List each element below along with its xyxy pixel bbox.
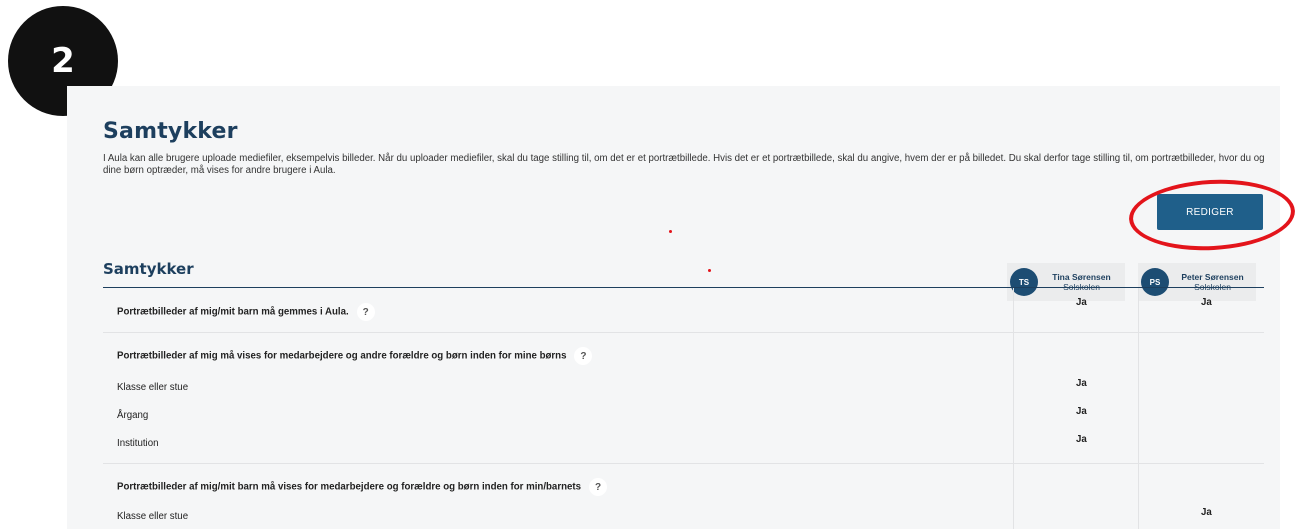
consent-value: Ja [1076, 297, 1087, 308]
row-divider [103, 332, 1264, 333]
person-name: Tina Sørensen [1052, 272, 1111, 282]
consent-sub-label: Klasse eller stue [117, 511, 189, 522]
row-divider [103, 463, 1264, 464]
consent-row-label: Portrætbilleder af mig/mit barn må gemme… [117, 303, 375, 321]
consent-value: Ja [1201, 507, 1212, 518]
consent-value: Ja [1076, 406, 1087, 417]
help-icon[interactable]: ? [589, 478, 608, 496]
help-icon[interactable]: ? [356, 303, 375, 321]
highlight-circle [1127, 175, 1297, 255]
consent-group-label: Portrætbilleder af mig/mit barn må vises… [117, 478, 608, 496]
person-column-tina: TS Tina Sørensen Solskolen [1007, 263, 1125, 301]
person-name: Peter Sørensen [1181, 272, 1244, 282]
section-heading: Samtykker [103, 260, 194, 278]
help-icon[interactable]: ? [574, 347, 593, 365]
consent-sub-label: Årgang [117, 410, 149, 421]
consent-sub-label: Institution [117, 438, 159, 449]
column-divider [1138, 288, 1139, 529]
intro-text: I Aula kan alle brugere uploade mediefil… [103, 153, 1265, 176]
section-divider [103, 287, 1264, 288]
consent-value: Ja [1076, 378, 1087, 389]
consent-group-label: Portrætbilleder af mig må vises for meda… [117, 347, 593, 365]
consent-sub-label: Klasse eller stue [117, 382, 189, 393]
page-title: Samtykker [103, 119, 238, 144]
person-column-peter: PS Peter Sørensen Solskolen [1138, 263, 1256, 301]
consent-value: Ja [1076, 434, 1087, 445]
consent-panel: Samtykker I Aula kan alle brugere upload… [67, 86, 1297, 529]
avatar: PS [1141, 268, 1169, 296]
consent-value: Ja [1201, 297, 1212, 308]
red-dot-marker [708, 269, 711, 272]
column-divider [1013, 288, 1014, 529]
avatar: TS [1010, 268, 1038, 296]
red-dot-marker [669, 230, 672, 233]
